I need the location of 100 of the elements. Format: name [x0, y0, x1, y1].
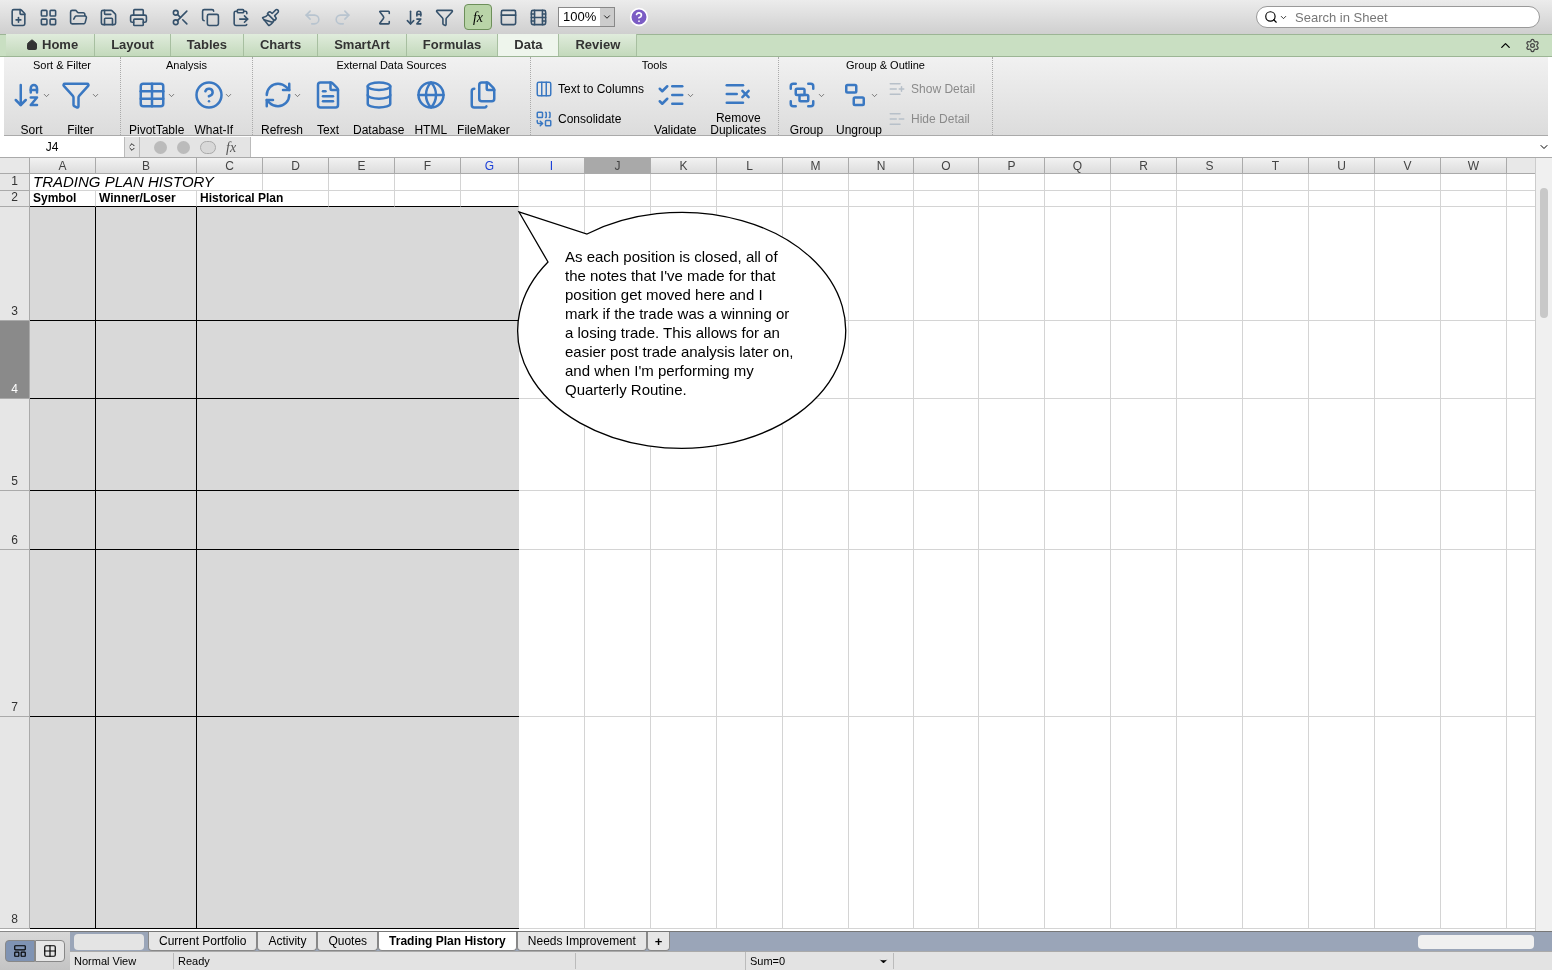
vertical-scrollbar[interactable] — [1535, 158, 1552, 931]
add-sheet-button[interactable]: + — [646, 932, 671, 951]
ribbon-button[interactable]: Group — [783, 72, 830, 138]
ribbon-button[interactable]: Validate — [650, 72, 701, 138]
row-header[interactable]: 6 — [0, 491, 30, 550]
ribbon-tab[interactable]: Home — [6, 34, 96, 56]
column-header[interactable]: R — [1111, 158, 1177, 174]
row-header[interactable]: 5 — [0, 399, 30, 491]
pages-icon — [43, 944, 57, 958]
ribbon-button[interactable]: Ungroup — [832, 72, 887, 138]
ribbon-button[interactable]: FileMaker — [453, 72, 514, 138]
table-cell — [1243, 491, 1309, 550]
column-header[interactable]: F — [395, 158, 461, 174]
column-header[interactable]: U — [1309, 158, 1375, 174]
row-header[interactable]: 7 — [0, 550, 30, 717]
table-cell — [651, 174, 717, 191]
question-icon — [194, 80, 225, 110]
column-header[interactable]: D — [263, 158, 329, 174]
ribbon-group-title: External Data Sources — [335, 59, 448, 72]
ribbon-tab[interactable]: Layout — [95, 34, 171, 56]
list-plus-icon — [888, 80, 907, 98]
row-header[interactable]: 3 — [0, 207, 30, 321]
stepper-icon[interactable] — [127, 142, 137, 152]
column-header[interactable]: O — [914, 158, 979, 174]
ribbon-tab[interactable]: Formulas — [406, 34, 499, 56]
column-header[interactable]: G — [461, 158, 519, 174]
horizontal-scrollbar[interactable] — [1418, 934, 1534, 949]
ribbon-group-title: Tools — [640, 59, 669, 72]
callout-text: As each position is closed, all of the notes that I've made for that position get moved here and I mark if the trade was a winning or a losing trade. This allows for an easier post trade analysis later on, and when I'm performing my Quarterly Routine. — [565, 247, 795, 399]
sheet-tab[interactable]: Needs Improvement — [516, 932, 647, 951]
table-icon — [137, 80, 168, 110]
scrollbar-thumb[interactable] — [1540, 188, 1548, 318]
column-header[interactable]: C — [197, 158, 263, 174]
ribbon-tab[interactable]: Review — [559, 34, 638, 56]
sheet-tab[interactable]: Current Portfolio — [148, 932, 258, 951]
table-cell — [849, 491, 914, 550]
help-icon[interactable] — [629, 7, 650, 27]
table-cell — [395, 174, 461, 191]
ribbon-button[interactable]: Database — [349, 72, 409, 138]
normal-view-button[interactable] — [5, 940, 35, 962]
ribbon-button[interactable]: Sort — [8, 72, 55, 138]
table-cell — [1375, 191, 1441, 207]
column-header[interactable]: S — [1177, 158, 1243, 174]
column-header[interactable]: I — [519, 158, 585, 174]
zoom-field[interactable]: 100% — [558, 7, 616, 27]
row-header[interactable]: 8 — [0, 717, 30, 929]
column-header[interactable]: E — [329, 158, 395, 174]
ribbon-button[interactable]: Text to Columns — [535, 78, 645, 100]
page-layout-button[interactable] — [35, 940, 65, 962]
insert-function-button[interactable]: fx — [226, 136, 237, 158]
table-cell — [914, 491, 979, 550]
table-cell — [783, 491, 849, 550]
column-header[interactable]: Q — [1045, 158, 1111, 174]
search-field[interactable]: Search in Sheet — [1256, 6, 1540, 28]
table-cell — [717, 491, 783, 550]
table-cell — [914, 191, 979, 207]
column-header[interactable]: V — [1375, 158, 1441, 174]
column-header[interactable]: M — [783, 158, 849, 174]
table-cell — [1309, 491, 1375, 550]
ribbon-tab[interactable]: Charts — [243, 34, 319, 56]
column-header[interactable]: T — [1243, 158, 1309, 174]
table-cell — [585, 174, 651, 191]
table-cell — [1243, 174, 1309, 191]
column-header[interactable]: N — [849, 158, 914, 174]
settings-icon[interactable] — [1525, 38, 1540, 53]
name-box[interactable]: J4 — [0, 137, 124, 157]
sheet-tab[interactable]: Quotes — [317, 932, 379, 951]
search-icon[interactable] — [1264, 10, 1278, 24]
ribbon-button[interactable]: What-If — [190, 72, 238, 138]
column-header[interactable]: J — [585, 158, 651, 174]
column-header[interactable]: W — [1441, 158, 1507, 174]
status-text: Ready — [174, 952, 576, 970]
column-header[interactable]: P — [979, 158, 1045, 174]
table-cell — [1177, 174, 1243, 191]
table-cell — [461, 174, 519, 191]
table-cell — [979, 174, 1045, 191]
ribbon-button[interactable]: Filter — [57, 72, 104, 138]
table-cell — [1045, 491, 1111, 550]
table-cell — [1111, 491, 1177, 550]
ribbon-tab[interactable]: SmartArt — [318, 34, 407, 56]
row-header[interactable]: 2 — [0, 191, 30, 207]
ribbon-button[interactable]: PivotTable — [125, 72, 189, 138]
ribbon-button[interactable]: HTML — [410, 72, 452, 138]
column-header[interactable]: B — [96, 158, 197, 174]
ribbon-button[interactable]: Consolidate — [535, 108, 645, 130]
sheet-tab[interactable]: Activity — [257, 932, 318, 951]
ribbon-button[interactable]: Remove Duplicates — [702, 72, 774, 138]
table-cell — [1309, 174, 1375, 191]
ribbon-button[interactable]: Text — [309, 72, 348, 138]
row-header[interactable]: 1 — [0, 174, 30, 191]
ribbon-button[interactable]: Refresh — [257, 72, 308, 138]
column-header[interactable]: L — [717, 158, 783, 174]
sheet-tab[interactable]: Trading Plan History — [378, 932, 517, 951]
home-icon — [26, 39, 38, 51]
ribbon-tab[interactable]: Data — [498, 34, 560, 56]
sum-dropdown[interactable]: Sum=0 — [746, 952, 894, 970]
column-header[interactable]: K — [651, 158, 717, 174]
ribbon-tab[interactable]: Tables — [170, 34, 244, 56]
formula-builder-button[interactable]: fx — [464, 4, 492, 30]
column-header[interactable]: A — [30, 158, 96, 174]
